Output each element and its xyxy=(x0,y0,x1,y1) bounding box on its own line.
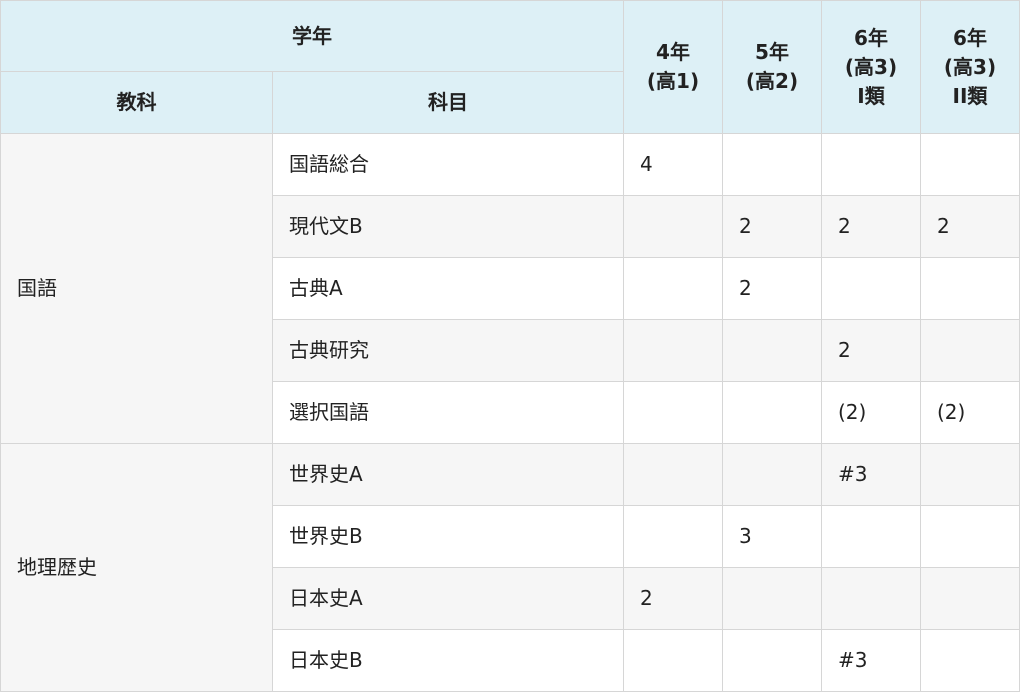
credit-cell xyxy=(623,195,723,258)
credit-cell xyxy=(722,629,822,692)
credit-cell xyxy=(821,567,921,630)
credit-cell: (2) xyxy=(821,381,921,444)
credit-cell: 2 xyxy=(623,567,723,630)
curriculum-table: 学年 4年 (高1) 5年 (高2) 6年 (高3) I類 6年 (高3) II… xyxy=(0,0,1020,692)
grade-6-type2-header-line: 6年 xyxy=(953,25,987,50)
credit-cell xyxy=(920,319,1020,382)
grade-5-header-line: (高2) xyxy=(745,69,799,93)
grade-5-header-line: 5年 xyxy=(755,40,789,64)
credit-cell xyxy=(623,443,723,506)
credit-cell xyxy=(722,319,822,382)
subject-category-cell: 地理歴史 xyxy=(0,443,273,692)
credit-cell xyxy=(920,505,1020,568)
grade-6-type1-header-line: (高3) xyxy=(844,54,898,79)
subject-category-cell: 国語 xyxy=(0,133,273,444)
credit-cell xyxy=(821,257,921,320)
credit-cell xyxy=(920,133,1020,196)
subject-cell: 日本史A xyxy=(272,567,624,630)
header-row-grades: 学年 4年 (高1) 5年 (高2) 6年 (高3) I類 6年 (高3) II… xyxy=(0,0,1020,134)
subject-category-header: 教科 xyxy=(0,71,273,134)
subject-cell: 世界史A xyxy=(272,443,624,506)
credit-cell xyxy=(920,443,1020,506)
credit-cell xyxy=(623,629,723,692)
subject-cell: 選択国語 xyxy=(272,381,624,444)
credit-cell: 4 xyxy=(623,133,723,196)
credit-cell xyxy=(920,629,1020,692)
credit-cell xyxy=(623,257,723,320)
grade-6-type1-header: 6年 (高3) I類 xyxy=(821,0,921,134)
credit-cell xyxy=(821,505,921,568)
grade-4-header-line: 4年 xyxy=(656,40,690,64)
credit-cell xyxy=(722,133,822,196)
credit-cell: 2 xyxy=(821,195,921,258)
credit-cell: 3 xyxy=(722,505,822,568)
credit-cell xyxy=(821,133,921,196)
subject-cell: 日本史B xyxy=(272,629,624,692)
grade-4-header: 4年 (高1) xyxy=(623,0,723,134)
credit-cell: (2) xyxy=(920,381,1020,444)
credit-cell xyxy=(722,443,822,506)
table-row: 国語 国語総合 4 xyxy=(0,133,1020,444)
credit-cell xyxy=(623,319,723,382)
subject-cell: 現代文B xyxy=(272,195,624,258)
grade-4-header-line: (高1) xyxy=(646,69,700,93)
grade-6-type1-header-line: I類 xyxy=(857,83,885,108)
grade-6-type2-header-line: II類 xyxy=(952,83,988,108)
credit-cell: 2 xyxy=(920,195,1020,258)
credit-cell xyxy=(920,567,1020,630)
grade-6-type2-header-line: (高3) xyxy=(943,54,997,79)
table-row: 地理歴史 世界史A #3 xyxy=(0,443,1020,692)
grade-header: 学年 xyxy=(0,0,624,72)
grade-6-type1-header-line: 6年 xyxy=(854,25,888,50)
subject-cell: 古典研究 xyxy=(272,319,624,382)
subject-cell: 古典A xyxy=(272,257,624,320)
credit-cell: #3 xyxy=(821,629,921,692)
grade-5-header: 5年 (高2) xyxy=(722,0,822,134)
credit-cell xyxy=(623,381,723,444)
credit-cell xyxy=(722,381,822,444)
credit-cell: #3 xyxy=(821,443,921,506)
subject-cell: 国語総合 xyxy=(272,133,624,196)
credit-cell: 2 xyxy=(722,257,822,320)
credit-cell xyxy=(623,505,723,568)
credit-cell: 2 xyxy=(722,195,822,258)
credit-cell xyxy=(920,257,1020,320)
subject-header: 科目 xyxy=(272,71,624,134)
credit-cell xyxy=(722,567,822,630)
credit-cell: 2 xyxy=(821,319,921,382)
subject-cell: 世界史B xyxy=(272,505,624,568)
grade-6-type2-header: 6年 (高3) II類 xyxy=(920,0,1020,134)
